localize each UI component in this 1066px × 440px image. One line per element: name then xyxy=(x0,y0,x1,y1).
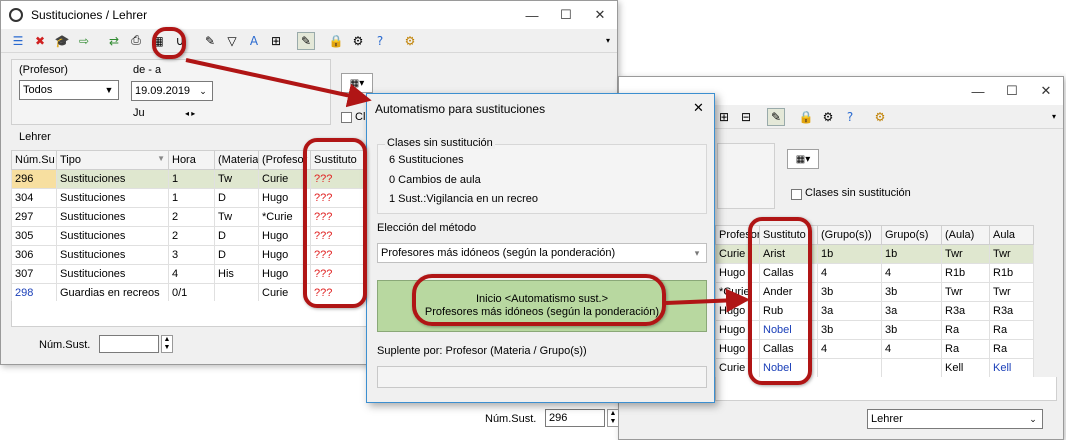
num-sust-stepper[interactable]: ▲ ▼ xyxy=(161,335,173,353)
column-header-aula[interactable]: Aula xyxy=(989,225,1034,245)
method-select-value: Profesores más idóneos (según la pondera… xyxy=(381,247,616,259)
range-label: de - a xyxy=(133,64,162,76)
num-sust-label-2: Núm.Sust. xyxy=(485,413,537,425)
title-bar: Sustituciones / Lehrer — ☐ ✕ xyxy=(1,1,617,29)
cl-checkbox[interactable] xyxy=(341,112,352,123)
column-header-grupo-prev[interactable]: (Grupo(s)) xyxy=(817,225,882,245)
print-icon[interactable]: ⎙ xyxy=(127,32,145,50)
column-header-aula-prev[interactable]: (Aula) xyxy=(941,225,990,245)
export-icon[interactable]: ⇨ xyxy=(75,32,93,50)
edit-icon[interactable]: ✎ xyxy=(767,107,785,126)
suplente-label: Suplente por: Profesor (Materia / Grupo(… xyxy=(377,345,587,357)
column-header-hora[interactable]: Hora xyxy=(168,150,215,170)
clases-sin-checkbox[interactable] xyxy=(791,189,802,200)
maximize-button[interactable]: ☐ xyxy=(995,77,1029,105)
day-stepper[interactable]: ◂ ▸ xyxy=(185,109,195,118)
column-header-num[interactable]: Núm.Su xyxy=(11,150,57,170)
column-header-materia[interactable]: (Materia xyxy=(214,150,259,170)
toolbar-overflow-icon[interactable]: ▾ xyxy=(1045,108,1063,126)
sort-down-icon: ▼ xyxy=(157,154,165,163)
suplente-list xyxy=(377,366,707,388)
sort-icon[interactable]: A xyxy=(245,32,263,50)
chevron-down-icon[interactable]: ⌄ xyxy=(1024,410,1042,428)
summary-line-2: 0 Cambios de aula xyxy=(389,174,481,186)
toolbar: ☰ ✖ 🎓 ⇨ ⇄ ⎙ ▦ ∪ ✎ ▽ A ⊞ ✎ 🔒 ⚙ ? ⚙ ▾ xyxy=(1,29,617,53)
date-value: 19.09.2019 xyxy=(135,85,191,97)
swap-icon[interactable]: ⇄ xyxy=(105,32,123,50)
close-button[interactable]: ✕ xyxy=(583,1,617,29)
num-sust-input[interactable] xyxy=(99,335,159,353)
filter-icon[interactable]: ▽ xyxy=(223,32,241,50)
day-label: Ju xyxy=(133,107,145,119)
filter-panel xyxy=(717,143,775,209)
view-select[interactable]: Lehrer ⌄ xyxy=(867,409,1043,429)
magic-wand-icon[interactable]: ✎ xyxy=(201,32,219,50)
delete-icon[interactable]: ✖ xyxy=(31,32,49,50)
grid-settings-icon[interactable]: ⊞ xyxy=(267,32,285,50)
dialog-title: Automatismo para sustituciones xyxy=(375,102,546,116)
help-icon[interactable]: ? xyxy=(841,108,859,126)
num-sust-stepper-2[interactable]: ▲ ▼ xyxy=(607,409,619,427)
window-title: Sustituciones / Lehrer xyxy=(31,8,148,22)
chevron-down-icon[interactable]: ⌄ xyxy=(194,82,212,100)
settings-page-icon[interactable]: ⚙ xyxy=(819,108,837,126)
highlight-sustituto-column xyxy=(303,138,367,308)
highlight-result-sustituto xyxy=(748,217,812,385)
method-select[interactable]: Profesores más idóneos (según la pondera… xyxy=(377,243,707,263)
highlight-start-button xyxy=(412,274,666,326)
chevron-down-icon[interactable]: ▼ xyxy=(100,81,118,99)
profesor-label: (Profesor) xyxy=(19,64,68,76)
maximize-button[interactable]: ☐ xyxy=(549,1,583,29)
graduation-cap-icon[interactable]: 🎓 xyxy=(53,32,71,50)
calendar-icon[interactable]: ▦▾ xyxy=(787,149,819,169)
clases-sin-label: Clases sin sustitución xyxy=(805,187,911,199)
close-button[interactable]: ✕ xyxy=(1029,77,1063,105)
cl-label: Cl xyxy=(355,111,366,123)
section-label: Lehrer xyxy=(19,131,51,143)
date-picker[interactable]: 19.09.2019 ⌄ xyxy=(131,81,213,101)
profesor-select[interactable]: Todos ▼ xyxy=(19,80,119,100)
dialog-close-button[interactable]: ✕ xyxy=(693,100,704,116)
column-header-grupo[interactable]: Grupo(s) xyxy=(881,225,942,245)
method-label: Elección del método xyxy=(377,222,477,234)
calendar-icon[interactable]: ▦▾ xyxy=(341,73,373,93)
summary-group-label: Clases sin sustitución xyxy=(385,137,495,149)
chevron-down-icon[interactable]: ▾ xyxy=(688,244,706,262)
list-icon[interactable]: ☰ xyxy=(9,32,27,50)
toolbar-overflow-icon[interactable]: ▾ xyxy=(599,32,617,50)
edit-icon[interactable]: ✎ xyxy=(297,31,315,50)
gear-icon[interactable]: ⚙ xyxy=(871,108,889,126)
minimize-button[interactable]: — xyxy=(515,1,549,29)
app-clock-icon xyxy=(9,8,23,22)
grid-settings-icon[interactable]: ⊞ xyxy=(715,108,733,126)
help-icon[interactable]: ? xyxy=(371,32,389,50)
highlight-calculator-icon xyxy=(152,27,186,59)
num-sust-label: Núm.Sust. xyxy=(39,339,91,351)
lock-icon[interactable]: 🔒 xyxy=(327,32,345,50)
settings-page-icon[interactable]: ⚙ xyxy=(349,32,367,50)
view-select-value: Lehrer xyxy=(871,413,903,425)
num-sust-value: 296 xyxy=(549,412,568,424)
gear-icon[interactable]: ⚙ xyxy=(401,32,419,50)
lock-icon[interactable]: 🔒 xyxy=(797,108,815,126)
grid-settings-icon[interactable]: ⊟ xyxy=(737,108,755,126)
automatismo-dialog: Automatismo para sustituciones ✕ Clases … xyxy=(366,93,715,403)
summary-line-1: 6 Sustituciones xyxy=(389,154,464,166)
summary-line-3: 1 Sust.:Vigilancia en un recreo xyxy=(389,193,538,205)
profesor-select-value: Todos xyxy=(23,84,53,96)
column-header-tipo[interactable]: Tipo ▼ xyxy=(56,150,169,170)
num-sust-input-2[interactable]: 296 xyxy=(545,409,605,427)
minimize-button[interactable]: — xyxy=(961,77,995,105)
